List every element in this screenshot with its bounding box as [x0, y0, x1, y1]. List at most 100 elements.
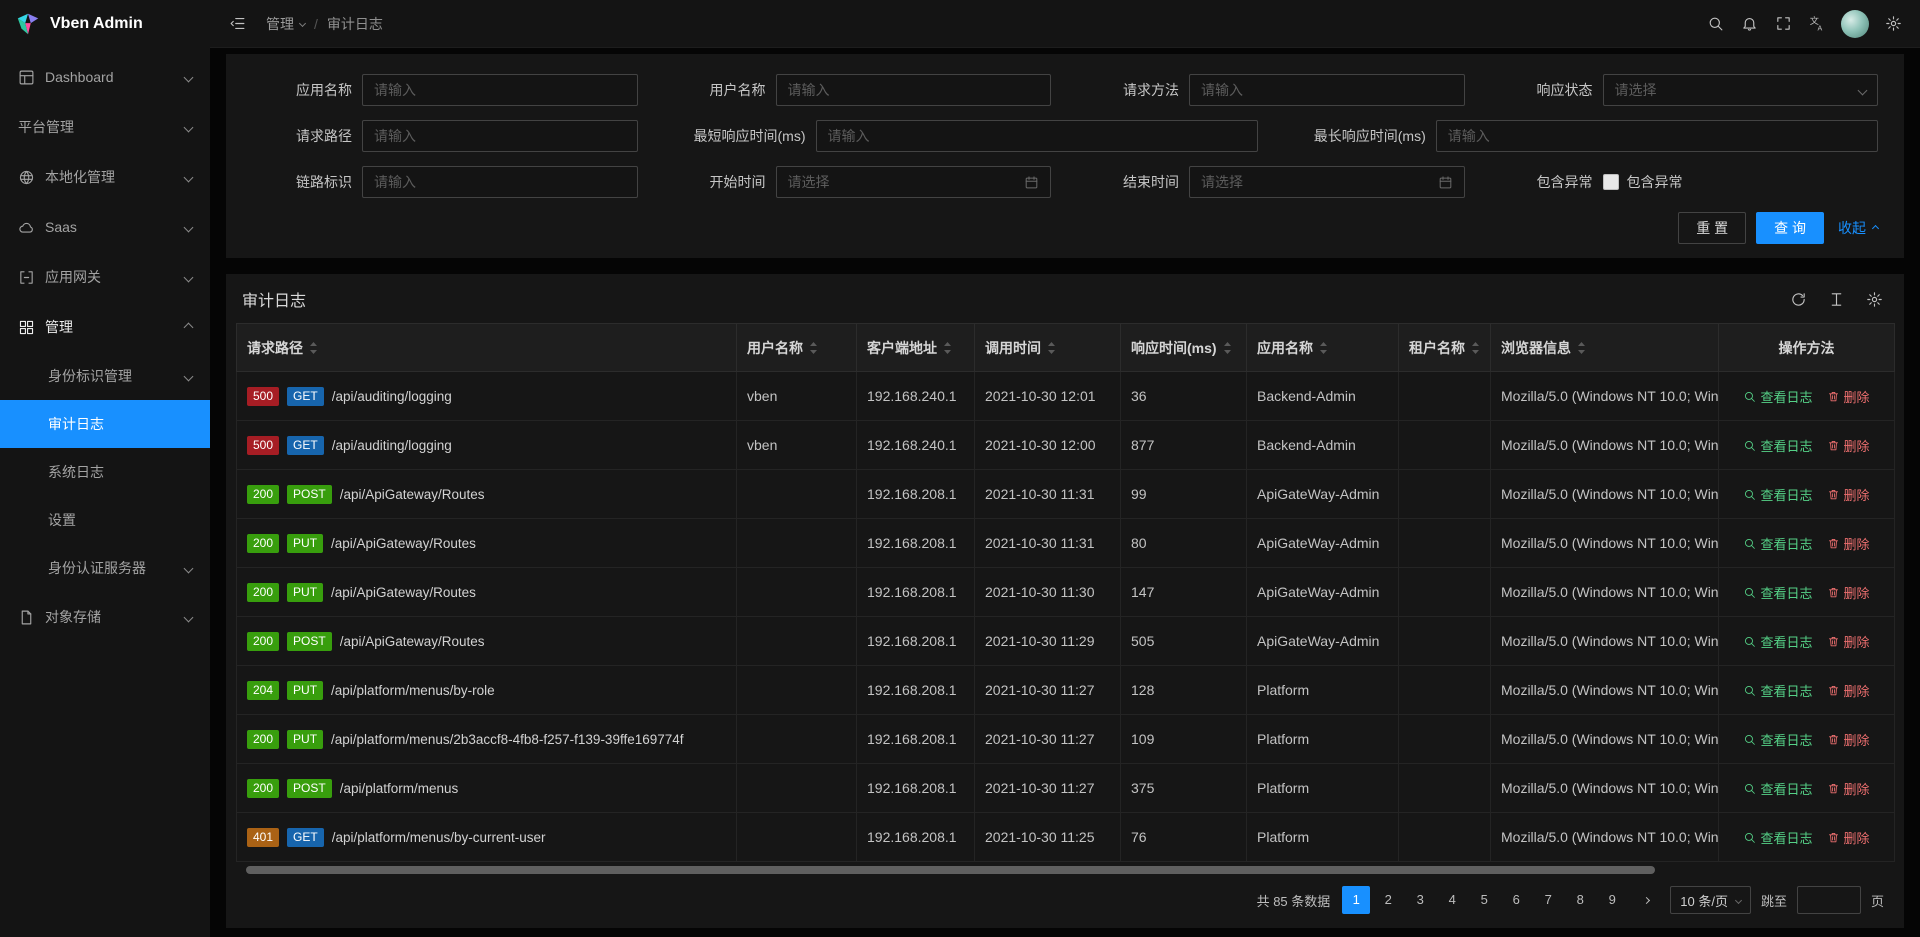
cell-request-path: 204PUT/api/platform/menus/by-role: [237, 666, 737, 715]
view-log-button[interactable]: 查看日志: [1743, 730, 1812, 749]
sort-icon[interactable]: [1471, 341, 1480, 355]
management-icon: [18, 319, 35, 336]
sidebar-item-identity-server[interactable]: 身份认证服务器: [0, 544, 210, 592]
view-log-button[interactable]: 查看日志: [1743, 387, 1812, 406]
page-size-select[interactable]: 10 条/页: [1670, 886, 1751, 914]
view-log-button[interactable]: 查看日志: [1743, 681, 1812, 700]
response-status-select[interactable]: 请选择: [1603, 74, 1879, 106]
delete-button[interactable]: 删除: [1827, 485, 1870, 504]
sidebar-item-system-log[interactable]: 系统日志: [0, 448, 210, 496]
sidebar-item-localization[interactable]: 本地化管理: [0, 152, 210, 202]
method-badge: POST: [287, 485, 332, 504]
user-name-input[interactable]: [776, 74, 1052, 106]
view-log-button[interactable]: 查看日志: [1743, 534, 1812, 553]
column-header-browser-info[interactable]: 浏览器信息: [1491, 324, 1719, 372]
column-header-client-ip[interactable]: 客户端地址: [857, 324, 975, 372]
delete-button[interactable]: 删除: [1827, 436, 1870, 455]
page-button-9[interactable]: 9: [1598, 886, 1626, 914]
sidebar-item-settings[interactable]: 设置: [0, 496, 210, 544]
start-time-picker[interactable]: 请选择: [776, 166, 1052, 198]
cell-client-ip: 192.168.208.1: [857, 617, 975, 666]
view-log-button[interactable]: 查看日志: [1743, 632, 1812, 651]
row-height-icon[interactable]: [1826, 289, 1846, 309]
breadcrumb-item-root[interactable]: 管理: [266, 14, 305, 34]
sidebar-item-dashboard[interactable]: Dashboard: [0, 52, 210, 102]
page-buttons: 123456789: [1342, 886, 1626, 914]
page-button-3[interactable]: 3: [1406, 886, 1434, 914]
delete-button[interactable]: 删除: [1827, 681, 1870, 700]
trace-id-input[interactable]: [362, 166, 638, 198]
settings-gear-icon[interactable]: [1876, 7, 1910, 41]
sort-icon[interactable]: [309, 341, 318, 355]
delete-button[interactable]: 删除: [1827, 730, 1870, 749]
column-header-user-name[interactable]: 用户名称: [737, 324, 857, 372]
sort-icon[interactable]: [1319, 341, 1328, 355]
reset-button[interactable]: 重 置: [1678, 212, 1746, 244]
has-exception-checkbox[interactable]: [1603, 174, 1619, 190]
end-time-picker[interactable]: 请选择: [1189, 166, 1465, 198]
cell-actions: 查看日志删除: [1719, 519, 1895, 568]
sort-icon[interactable]: [1577, 341, 1586, 355]
scrollbar-thumb[interactable]: [246, 866, 1655, 874]
next-page-button[interactable]: [1632, 886, 1660, 914]
column-header-app-name[interactable]: 应用名称: [1247, 324, 1399, 372]
column-settings-icon[interactable]: [1864, 289, 1884, 309]
delete-button[interactable]: 删除: [1827, 534, 1870, 553]
cell-tenant-name: [1399, 617, 1491, 666]
delete-button[interactable]: 删除: [1827, 387, 1870, 406]
page-button-8[interactable]: 8: [1566, 886, 1594, 914]
cell-response-time: 80: [1121, 519, 1247, 568]
http-method-input[interactable]: [1189, 74, 1465, 106]
delete-button[interactable]: 删除: [1827, 828, 1870, 847]
bell-icon[interactable]: [1732, 7, 1766, 41]
sort-icon[interactable]: [1223, 341, 1232, 355]
refresh-icon[interactable]: [1788, 289, 1808, 309]
cell-user-name: [737, 617, 857, 666]
sidebar-item-management[interactable]: 管理: [0, 302, 210, 352]
view-log-button[interactable]: 查看日志: [1743, 583, 1812, 602]
delete-button[interactable]: 删除: [1827, 632, 1870, 651]
sidebar-item-object-storage[interactable]: 对象存储: [0, 592, 210, 642]
page-button-4[interactable]: 4: [1438, 886, 1466, 914]
delete-button[interactable]: 删除: [1827, 583, 1870, 602]
translate-icon[interactable]: 文A: [1800, 7, 1834, 41]
column-header-tenant-name[interactable]: 租户名称: [1399, 324, 1491, 372]
sidebar-item-identity-management[interactable]: 身份标识管理: [0, 352, 210, 400]
request-path-input[interactable]: [362, 120, 638, 152]
page-button-2[interactable]: 2: [1374, 886, 1402, 914]
view-log-button[interactable]: 查看日志: [1743, 485, 1812, 504]
view-log-button[interactable]: 查看日志: [1743, 436, 1812, 455]
column-header-response-time[interactable]: 响应时间(ms): [1121, 324, 1247, 372]
fullscreen-icon[interactable]: [1766, 7, 1800, 41]
view-log-button[interactable]: 查看日志: [1743, 828, 1812, 847]
menu-fold-icon[interactable]: [220, 7, 254, 41]
min-response-time-input[interactable]: [816, 120, 1258, 152]
collapse-link[interactable]: 收起: [1838, 218, 1878, 238]
view-log-button[interactable]: 查看日志: [1743, 779, 1812, 798]
page-button-6[interactable]: 6: [1502, 886, 1530, 914]
max-response-time-input[interactable]: [1436, 120, 1878, 152]
column-header-call-time[interactable]: 调用时间: [975, 324, 1121, 372]
sidebar-item-saas[interactable]: Saas: [0, 202, 210, 252]
menu-item-label: Saas: [45, 219, 175, 235]
chevron-down-icon: [184, 72, 194, 82]
sidebar-item-gateway[interactable]: 应用网关: [0, 252, 210, 302]
sort-icon[interactable]: [943, 341, 952, 355]
user-avatar[interactable]: [1841, 10, 1869, 38]
search-button[interactable]: 查 询: [1756, 212, 1824, 244]
column-header-request-path[interactable]: 请求路径: [237, 324, 737, 372]
page-button-7[interactable]: 7: [1534, 886, 1562, 914]
page-button-1[interactable]: 1: [1342, 886, 1370, 914]
sidebar-item-platform[interactable]: 平台管理: [0, 102, 210, 152]
app-name-input[interactable]: [362, 74, 638, 106]
search-icon[interactable]: [1698, 7, 1732, 41]
page-button-5[interactable]: 5: [1470, 886, 1498, 914]
horizontal-scrollbar[interactable]: [246, 866, 1884, 874]
sort-icon[interactable]: [809, 341, 818, 355]
jump-page-input[interactable]: [1797, 886, 1861, 914]
delete-button[interactable]: 删除: [1827, 779, 1870, 798]
sidebar-item-audit-log[interactable]: 审计日志: [0, 400, 210, 448]
app-logo[interactable]: Vben Admin: [0, 0, 210, 48]
cell-call-time: 2021-10-30 11:27: [975, 666, 1121, 715]
sort-icon[interactable]: [1047, 341, 1056, 355]
